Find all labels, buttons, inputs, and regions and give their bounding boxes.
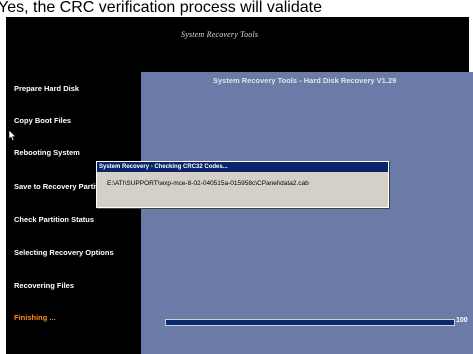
recovery-progress-bar [165, 319, 455, 326]
page-caption: Yes, the CRC verification process will v… [0, 0, 473, 16]
step-prepare-hard-disk: Prepare Hard Disk [14, 84, 80, 93]
recovery-title: System Recovery Tools - Hard Disk Recove… [213, 76, 397, 85]
window-title: System Recovery Tools [181, 30, 259, 39]
crc-check-dialog: System Recovery - Checking CRC32 Codes..… [96, 161, 389, 208]
progress-fill [166, 320, 454, 325]
window-header: System Recovery Tools [6, 17, 469, 72]
step-selecting-recovery-options: Selecting Recovery Options [14, 248, 114, 257]
mouse-pointer-icon [9, 130, 16, 141]
dialog-title: System Recovery - Checking CRC32 Codes..… [97, 162, 388, 172]
step-finishing: Finishing ... [14, 313, 56, 322]
progress-percent-label: 100 [456, 317, 468, 324]
dialog-file-path: E:\ATI\SUPPORT\wxp-mce-8-02-040515a-0159… [107, 180, 309, 187]
steps-sidebar: Prepare Hard Disk Copy Boot Files Reboot… [6, 72, 141, 354]
step-save-to-recovery-partition: Save to Recovery Partition [14, 182, 110, 191]
step-rebooting-system: Rebooting System [14, 148, 80, 157]
step-check-partition-status: Check Partition Status [14, 215, 95, 224]
step-recovering-files: Recovering Files [14, 281, 75, 290]
main-panel: System Recovery Tools - Hard Disk Recove… [141, 72, 473, 354]
step-copy-boot-files: Copy Boot Files [14, 116, 72, 125]
